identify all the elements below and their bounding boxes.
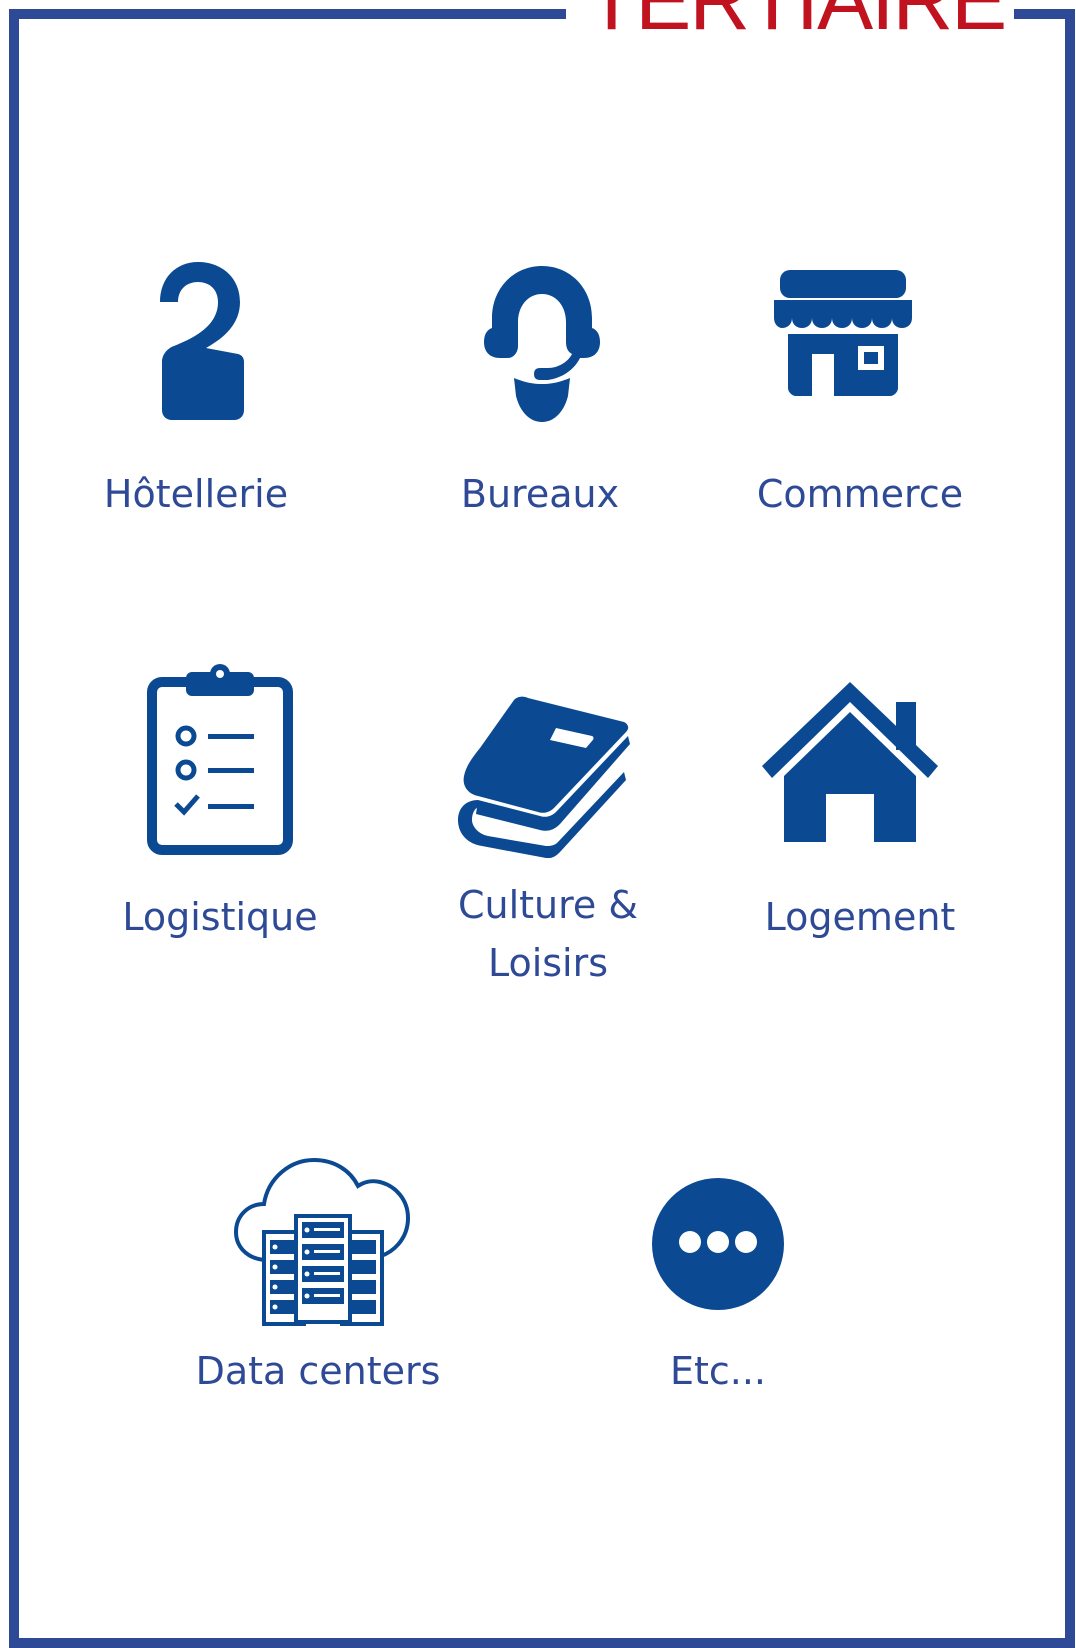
title-area: TERTIAIRE	[566, 0, 1014, 60]
book-icon	[458, 696, 630, 858]
storefront-icon	[774, 270, 912, 396]
label-loisirs: Loisirs	[487, 941, 609, 985]
house-icon	[762, 682, 938, 842]
door-hanger-icon	[160, 262, 244, 420]
label-culture: Culture &	[457, 883, 639, 927]
label-hotellerie: Hôtellerie	[103, 472, 289, 516]
cloud-server-icon	[234, 1158, 411, 1326]
label-data-centers: Data centers	[195, 1349, 441, 1393]
page-title: TERTIAIRE	[586, 0, 1007, 47]
label-commerce: Commerce	[756, 472, 964, 516]
more-dots-icon	[652, 1178, 784, 1310]
label-logistique: Logistique	[122, 895, 318, 939]
label-logement: Logement	[764, 895, 956, 939]
label-bureaux: Bureaux	[460, 472, 620, 516]
clipboard-checklist-icon	[147, 664, 293, 855]
headset-icon	[484, 266, 600, 422]
label-etc: Etc...	[669, 1349, 767, 1393]
